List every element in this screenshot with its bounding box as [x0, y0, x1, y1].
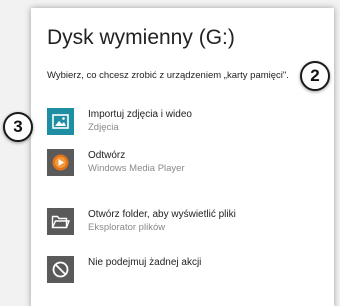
photos-icon	[47, 108, 74, 135]
option-play[interactable]: Odtwórz Windows Media Player	[47, 149, 317, 181]
option-app: Windows Media Player	[88, 163, 185, 174]
dialog-prompt: Wybierz, co chcesz zrobić z urządzeniem …	[47, 70, 289, 81]
option-no-action[interactable]: Nie podejmuj żadnej akcji	[47, 256, 317, 288]
callout-badge: 3	[3, 112, 33, 142]
folder-icon	[47, 208, 74, 235]
option-import-photos[interactable]: Importuj zdjęcia i wideo Zdjęcia	[47, 108, 317, 140]
option-label: Importuj zdjęcia i wideo	[88, 109, 192, 120]
media-player-icon	[47, 149, 74, 176]
option-label: Odtwórz	[88, 150, 126, 161]
dialog-title: Dysk wymienny (G:)	[47, 26, 235, 49]
no-action-icon	[47, 256, 74, 283]
option-label: Nie podejmuj żadnej akcji	[88, 257, 202, 268]
callout-badge: 2	[300, 61, 330, 91]
option-open-folder[interactable]: Otwórz folder, aby wyświetlić pliki Eksp…	[47, 208, 317, 240]
option-label: Otwórz folder, aby wyświetlić pliki	[88, 209, 236, 220]
autoplay-dialog: Dysk wymienny (G:) Wybierz, co chcesz zr…	[31, 8, 334, 306]
option-app: Zdjęcia	[88, 122, 119, 133]
screenshot-canvas: Dysk wymienny (G:) Wybierz, co chcesz zr…	[0, 0, 340, 306]
option-app: Eksplorator plików	[88, 222, 166, 233]
